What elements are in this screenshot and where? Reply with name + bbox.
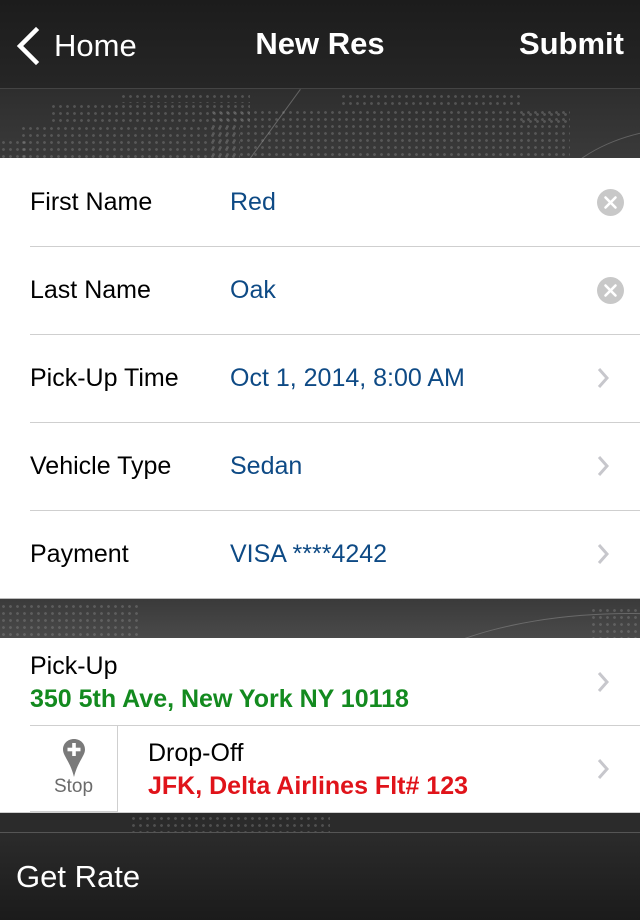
dropoff-address: JFK, Delta Airlines Flt# 123 [148, 772, 469, 800]
first-name-label: First Name [30, 188, 153, 216]
add-stop-button[interactable]: Stop [30, 726, 118, 812]
clear-icon [604, 196, 617, 209]
chevron-right-icon [596, 454, 610, 478]
last-name-row[interactable]: Last Name Oak [0, 246, 640, 334]
vehicle-type-label: Vehicle Type [30, 452, 172, 480]
vehicle-type-value: Sedan [230, 452, 303, 480]
get-rate-button[interactable]: Get Rate [16, 859, 140, 895]
vehicle-type-row[interactable]: Vehicle Type Sedan [0, 422, 640, 510]
chevron-left-icon [16, 26, 40, 66]
chevron-right-icon [596, 757, 610, 781]
payment-value: VISA ****4242 [230, 540, 388, 568]
last-name-field[interactable]: Oak [230, 246, 276, 334]
locations-section: Pick-Up 350 5th Ave, New York NY 10118 D… [0, 638, 640, 812]
pickup-address: 350 5th Ave, New York NY 10118 [30, 685, 409, 713]
bottom-toolbar: Get Rate [0, 832, 640, 920]
clear-first-name-button[interactable] [597, 189, 624, 216]
dropoff-title: Drop-Off [148, 739, 244, 767]
submit-button[interactable]: Submit [519, 26, 624, 62]
back-button[interactable]: Home [14, 24, 137, 68]
chevron-right-icon [596, 542, 610, 566]
pickup-location-row[interactable]: Pick-Up 350 5th Ave, New York NY 10118 [0, 638, 640, 726]
section-divider-banner [0, 598, 640, 638]
pickup-title: Pick-Up [30, 652, 118, 680]
pickup-time-row[interactable]: Pick-Up Time Oct 1, 2014, 8:00 AM [0, 334, 640, 422]
chevron-right-icon [596, 670, 610, 694]
world-map-banner [0, 88, 640, 158]
bottom-decorative-strip [0, 812, 640, 832]
pickup-time-value: Oct 1, 2014, 8:00 AM [230, 364, 465, 392]
map-pin-plus-icon [62, 739, 85, 777]
clear-icon [604, 284, 617, 297]
chevron-right-icon [596, 366, 610, 390]
clear-last-name-button[interactable] [597, 277, 624, 304]
first-name-field[interactable]: Red [230, 158, 276, 246]
reservation-form: First Name Red Last Name Oak Pick-Up Tim… [0, 158, 640, 598]
add-stop-label: Stop [53, 776, 94, 797]
navigation-bar: Home New Res Submit [0, 0, 640, 88]
payment-label: Payment [30, 540, 129, 568]
back-button-label: Home [54, 28, 137, 63]
payment-row[interactable]: Payment VISA ****4242 [0, 510, 640, 598]
pickup-time-label: Pick-Up Time [30, 364, 179, 392]
last-name-label: Last Name [30, 276, 151, 304]
first-name-row[interactable]: First Name Red [0, 158, 640, 246]
